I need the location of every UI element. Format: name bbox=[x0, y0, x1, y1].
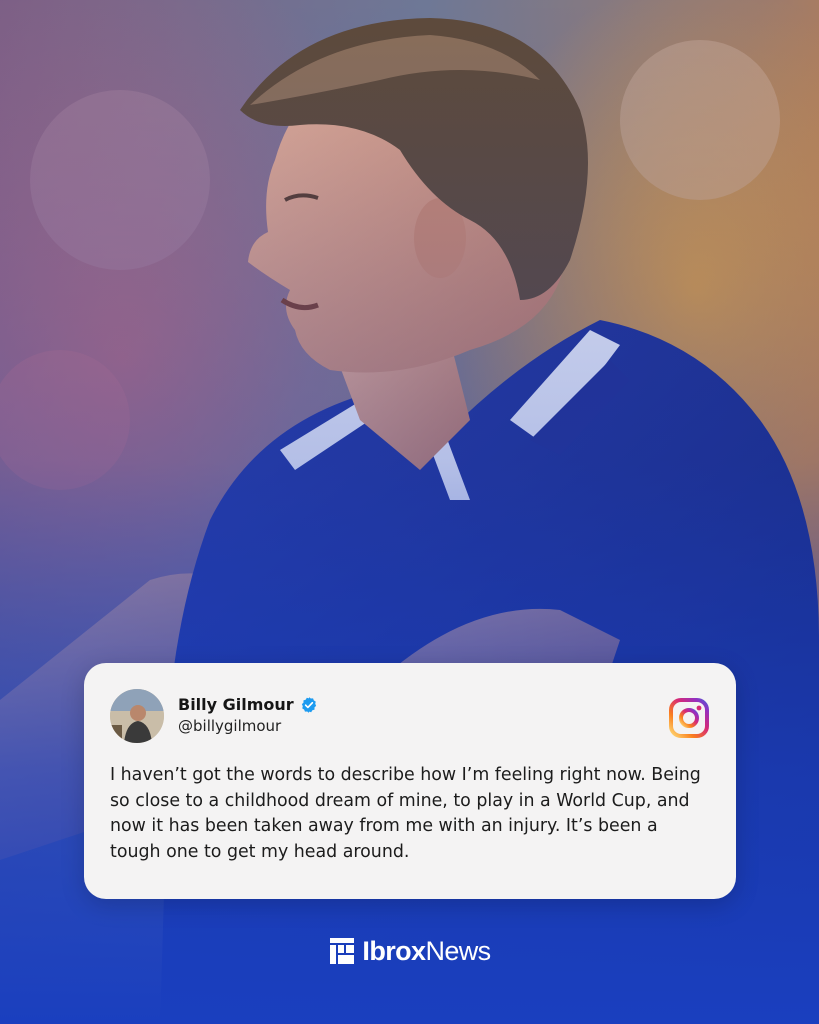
avatar[interactable] bbox=[110, 689, 164, 743]
author-name[interactable]: Billy Gilmour bbox=[178, 695, 294, 714]
social-post-card: Billy Gilmour @billygilmour I haven’t go… bbox=[84, 663, 736, 899]
avatar-image bbox=[110, 689, 164, 743]
instagram-icon[interactable] bbox=[668, 697, 710, 739]
author-handle[interactable]: @billygilmour bbox=[178, 717, 318, 735]
post-header: Billy Gilmour @billygilmour bbox=[110, 689, 710, 747]
author-block: Billy Gilmour @billygilmour bbox=[178, 695, 318, 735]
verified-badge-icon bbox=[300, 696, 318, 714]
brand-name-ibrox: Ibrox bbox=[362, 935, 426, 966]
post-text: I haven’t got the words to describe how … bbox=[110, 765, 701, 862]
brand-footer: IbroxNews bbox=[0, 933, 819, 969]
brand-name: IbroxNews bbox=[362, 935, 491, 967]
ibrox-news-logo-icon bbox=[328, 936, 356, 966]
name-row: Billy Gilmour bbox=[178, 695, 318, 714]
brand-name-news: News bbox=[425, 935, 491, 966]
